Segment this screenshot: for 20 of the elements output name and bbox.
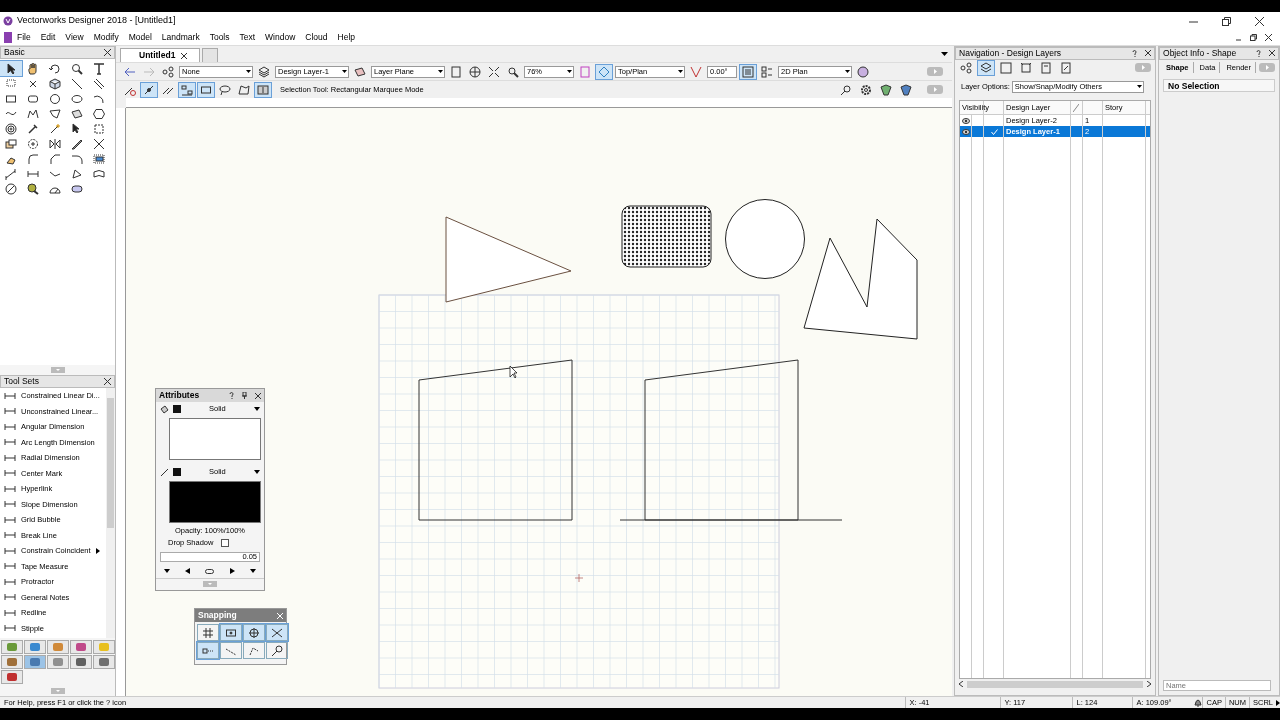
- panel-title: Object Info - Shape: [1163, 47, 1237, 60]
- window-title: Vectorworks Designer 2018 - [Untitled1]: [17, 14, 176, 28]
- palette-title: Tool Sets: [4, 375, 39, 388]
- menu-item[interactable]: Modify: [88, 33, 124, 42]
- menu-item[interactable]: Text: [234, 33, 261, 42]
- menu-item[interactable]: Window: [260, 33, 301, 42]
- palette-title: Attributes: [159, 389, 200, 402]
- menu-item[interactable]: File: [12, 33, 36, 42]
- document-tab[interactable]: Untitled1: [120, 48, 201, 62]
- menu-item[interactable]: Cloud: [300, 33, 333, 42]
- menu-item[interactable]: Help: [332, 33, 361, 42]
- panel-title: Navigation - Design Layers: [959, 47, 1062, 60]
- menu-item[interactable]: Landmark: [156, 33, 205, 42]
- menu-item[interactable]: Tools: [204, 33, 235, 42]
- menu-item[interactable]: View: [60, 33, 89, 42]
- selection-status: No Selection: [1163, 79, 1275, 92]
- palette-title: Snapping: [198, 609, 237, 622]
- menu-item[interactable]: Model: [123, 33, 157, 42]
- menu-item[interactable]: Edit: [35, 33, 61, 42]
- palette-title: Basic: [4, 46, 25, 59]
